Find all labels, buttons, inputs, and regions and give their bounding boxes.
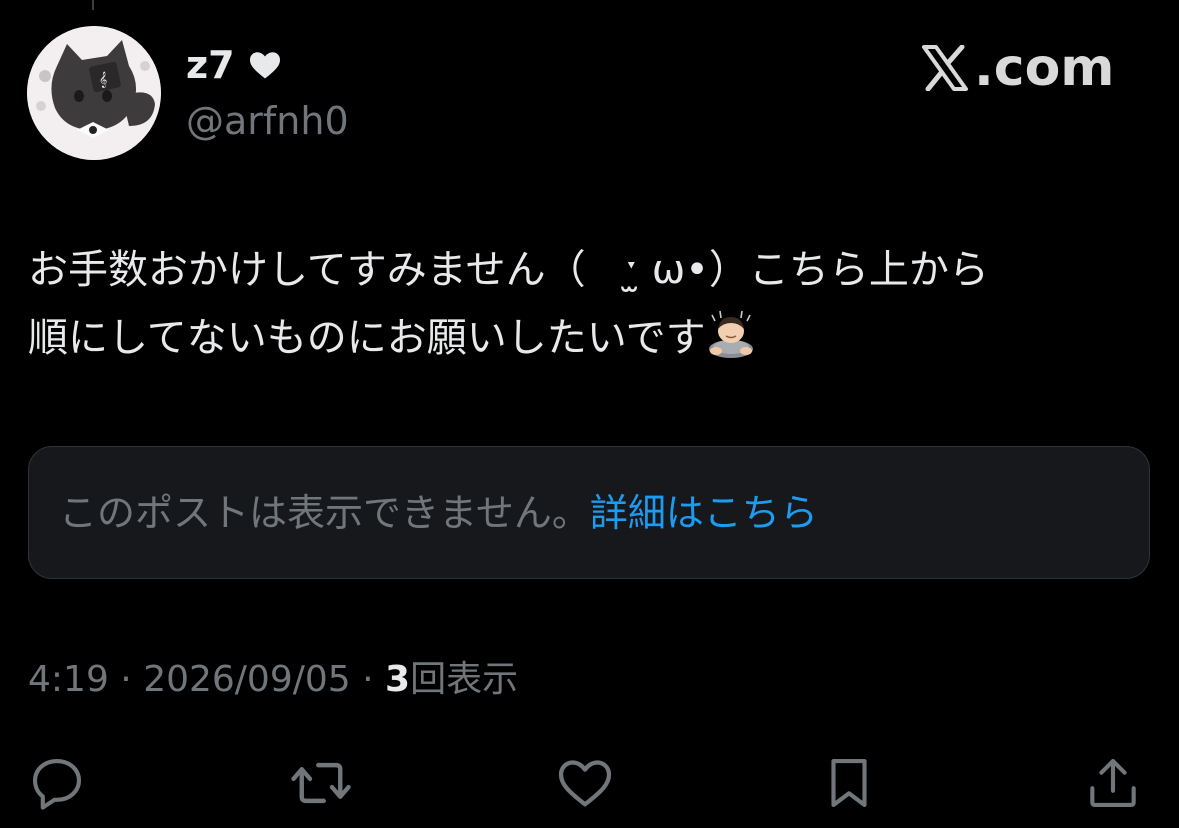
views-label[interactable]: 回表示 [410, 659, 518, 700]
retweet-icon [291, 762, 351, 804]
share-icon [1090, 758, 1136, 808]
tweet-line-1: お手数おかけしてすみません（ ˑ̫ ω•）こちら上から [28, 247, 989, 293]
person-bowing-icon [708, 310, 753, 358]
post-date[interactable]: 2026/09/05 [143, 659, 351, 700]
meta-separator-2: · [350, 659, 386, 700]
meta-separator: · [108, 659, 144, 700]
author-name-text[interactable]: z7 [186, 40, 235, 90]
avatar-cat-image: 𝄞 [27, 26, 161, 160]
heart-icon [249, 52, 280, 79]
action-bar [0, 748, 1179, 818]
tweet-line-2: 順にしてないものにお願いしたいです [28, 315, 706, 361]
learn-more-link[interactable]: 詳細はこちら [590, 488, 818, 538]
x-logo-icon [922, 45, 968, 91]
unavailable-quoted-post: このポストは表示できません。 詳細はこちら [28, 446, 1150, 579]
author-display-name[interactable]: z7 [186, 40, 283, 90]
retweet-button[interactable] [286, 748, 356, 818]
avatar[interactable]: 𝄞 [27, 26, 161, 160]
post-time[interactable]: 4:19 [28, 659, 109, 700]
site-logo: .com [920, 38, 1115, 98]
thread-connector-line [92, 0, 94, 10]
tweet-meta: 4:19 · 2026/09/05 · 3回表示 [28, 655, 518, 705]
like-button[interactable] [550, 748, 620, 818]
share-button[interactable] [1078, 748, 1148, 818]
site-logo-text: .com [974, 38, 1115, 98]
bookmark-icon [831, 758, 867, 808]
reply-button[interactable] [22, 748, 92, 818]
author-handle[interactable]: @arfnh0 [186, 96, 349, 146]
unavailable-text: このポストは表示できません。 [59, 490, 590, 535]
like-icon [558, 760, 612, 807]
tweet-line-2-wrapper: 順にしてないものにお願いしたいです [28, 304, 1158, 372]
view-count[interactable]: 3 [385, 659, 410, 700]
svg-text:𝄞: 𝄞 [99, 72, 107, 88]
bookmark-button[interactable] [814, 748, 884, 818]
tweet-body: お手数おかけしてすみません（ ˑ̫ ω•）こちら上から 順にしてないものにお願い… [28, 236, 1158, 372]
reply-icon [32, 758, 82, 810]
